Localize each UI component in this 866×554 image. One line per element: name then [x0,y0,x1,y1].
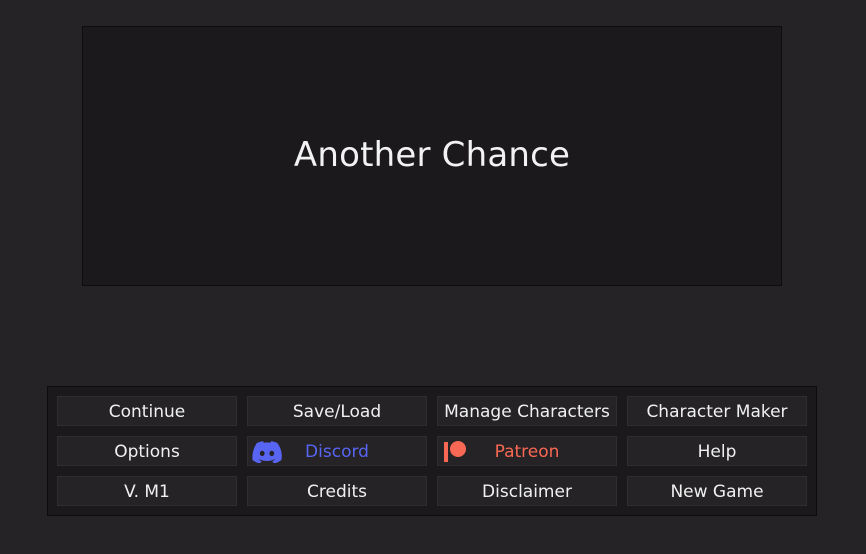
version-button[interactable]: V. M1 [57,476,237,506]
character-maker-button[interactable]: Character Maker [627,396,807,426]
version-button-label: V. M1 [124,482,170,502]
main-menu-panel: Continue Save/Load Manage Characters Cha… [47,386,817,516]
main-menu-grid: Continue Save/Load Manage Characters Cha… [57,396,807,506]
credits-button[interactable]: Credits [247,476,427,506]
patreon-button[interactable]: Patreon [437,436,617,466]
discord-icon [252,439,282,465]
manage-characters-button-label: Manage Characters [444,402,610,422]
discord-button[interactable]: Discord [247,436,427,466]
save-load-button[interactable]: Save/Load [247,396,427,426]
disclaimer-button[interactable]: Disclaimer [437,476,617,506]
options-button-label: Options [114,442,180,462]
title-panel: Another Chance [82,26,782,286]
discord-button-label: Discord [305,442,369,462]
continue-button-label: Continue [108,402,186,422]
game-title: Another Chance [293,135,571,175]
character-maker-button-label: Character Maker [646,402,788,422]
help-button[interactable]: Help [627,436,807,466]
new-game-button-label: New Game [670,482,764,502]
manage-characters-button[interactable]: Manage Characters [437,396,617,426]
save-load-button-label: Save/Load [292,402,382,422]
credits-button-label: Credits [307,482,367,502]
patreon-icon [442,439,472,465]
options-button[interactable]: Options [57,436,237,466]
new-game-button[interactable]: New Game [627,476,807,506]
help-button-label: Help [697,442,737,462]
continue-button[interactable]: Continue [57,396,237,426]
disclaimer-button-label: Disclaimer [482,482,572,502]
patreon-button-label: Patreon [494,442,560,462]
